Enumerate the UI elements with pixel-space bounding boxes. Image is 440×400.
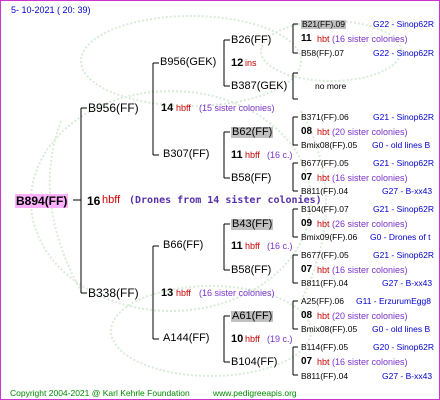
gen4-no-more: no more [315,81,347,91]
gen3-queen[interactable]: B58(FF) [231,173,271,184]
gen4-reference: G22 - Sinop62R [373,19,434,29]
gen1-hbbf: hbff [176,288,191,298]
gen4-sister-note: (16 sister colonies) [332,357,408,367]
gen3-queen[interactable]: B43(FF) [231,219,274,230]
gen4-hbbf: hbt [317,173,330,183]
gen2-sister-note: (16 c.) [267,150,293,160]
gen4-hbbf: hbt [317,34,330,44]
gen4-sister-note: (16 sister colonies) [332,265,408,275]
gen2-colony-count: 10 [231,333,244,345]
copyright-notice: Copyright 2004-2021 @ Karl Kehrle Founda… [10,388,190,398]
gen1-queen[interactable]: B956(FF) [88,102,139,114]
gen4-colony-count: 07 [301,172,313,183]
gen4-reference: G21 - Sinop62R [373,112,434,122]
gen4-queen[interactable]: B677(FF).05 [301,159,349,168]
root-queen[interactable]: B894(FF) [15,194,69,208]
gen4-hbbf: hbt [317,357,330,367]
gen4-colony-count: 08 [301,310,313,321]
gen4-queen[interactable]: B104(FF).07 [301,205,349,214]
gen4-queen[interactable]: B114(FF).05 [301,343,348,352]
root-sister-note: (Drones from 14 sister colonies) [129,195,322,206]
gen4-reference: G27 - B-xx43 [382,371,433,381]
gen3-queen[interactable]: B26(FF) [231,35,271,46]
gen2-hbbf: hbff [245,334,260,344]
gen4-queen[interactable]: B811(FF).04 [301,279,348,288]
gen4-queen[interactable]: Bmix08(FF).05 [301,141,357,150]
gen4-queen[interactable]: A25(FF).06 [301,297,344,306]
gen1-sister-note: (15 sister colonies) [199,103,275,113]
gen4-queen[interactable]: B58(FF).07 [301,49,344,58]
gen4-reference: G21 - Sinop62R [373,158,434,168]
gen3-queen[interactable]: B387(GEK) [231,81,287,92]
gen4-colony-count: 09 [301,218,313,229]
gen2-colony-count: 11 [231,149,243,161]
gen1-sister-note: (16 sister colonies) [199,288,275,298]
gen4-reference: G20 - Sinop62R [373,342,434,352]
gen2-hbbf: hbff [245,150,260,160]
report-date: 5- 10-2021 ( 20: 39) [11,5,91,15]
root-hbbf: hbff [102,194,121,206]
gen4-sister-note: (20 sister colonies) [332,311,408,321]
gen4-reference: G21 - Sinop62R [373,204,434,214]
gen2-sister-note: (16 c.) [267,241,293,251]
gen4-colony-count: 07 [301,356,313,367]
gen4-reference: G22 - Sinop62R [373,48,434,58]
website-link[interactable]: www.pedigreeapis.org [213,388,297,398]
gen2-queen[interactable]: B956(GEK) [160,57,216,68]
gen4-reference: G27 - B-xx43 [382,186,433,196]
gen3-queen[interactable]: B104(FF) [231,357,277,368]
gen4-reference: G0 - old lines B [372,324,431,334]
gen4-reference: G21 - Sinop62R [373,250,434,260]
gen2-queen[interactable]: B307(FF) [163,149,209,160]
root-colony-count: 16 [87,194,101,208]
gen4-queen[interactable]: B811(FF).04 [301,187,348,196]
gen4-sister-note: (16 sister colonies) [332,173,408,183]
gen2-colony-count: 12 [231,57,244,69]
gen3-queen[interactable]: B58(FF) [231,265,271,276]
gen4-queen[interactable]: B371(FF).06 [301,113,349,122]
gen2-hbbf: ins [245,58,257,68]
gen4-reference: G0 - old lines B [372,140,431,150]
gen4-queen[interactable]: Bmix08(FF).05 [301,325,357,334]
gen4-queen[interactable]: B811(FF).04 [301,372,348,381]
gen4-colony-count: 07 [301,264,313,275]
gen4-colony-count: 08 [301,126,313,137]
gen4-colony-count: 11 [301,33,312,44]
gen3-queen[interactable]: B62(FF) [231,127,274,138]
gen2-colony-count: 11 [231,240,243,252]
gen4-queen[interactable]: B677(FF).05 [301,251,349,260]
gen4-reference: G0 - Drones of t [370,232,431,242]
pedigree-frame: 5- 10-2021 ( 20: 39) B894(FF) 16 hbff (D… [0,0,440,400]
gen4-reference: G27 - B-xx43 [382,278,433,288]
gen4-hbbf: hbt [317,311,330,321]
gen4-sister-note: (26 sister colonies) [332,219,408,229]
gen4-sister-note: (16 sister colonies) [332,34,408,44]
gen4-queen[interactable]: Bmix09(FF).06 [301,233,357,242]
gen4-hbbf: hbt [317,219,330,229]
gen2-queen[interactable]: B66(FF) [163,240,203,251]
gen3-queen[interactable]: A61(FF) [231,311,274,322]
gen2-sister-note: (19 c.) [267,334,293,344]
gen1-queen[interactable]: B338(FF) [88,287,139,299]
gen4-reference: G11 - ErzurumEgg8 [356,296,431,306]
gen1-colony-count: 14 [161,102,174,114]
gen2-queen[interactable]: A144(FF) [163,333,209,344]
gen4-sister-note: (20 sister colonies) [332,127,408,137]
gen1-hbbf: hbff [176,103,191,113]
gen4-hbbf: hbt [317,127,330,137]
gen1-colony-count: 13 [161,287,174,299]
gen4-hbbf: hbt [317,265,330,275]
gen4-queen[interactable]: B21(FF).09 [301,20,346,29]
gen2-hbbf: hbff [245,241,260,251]
